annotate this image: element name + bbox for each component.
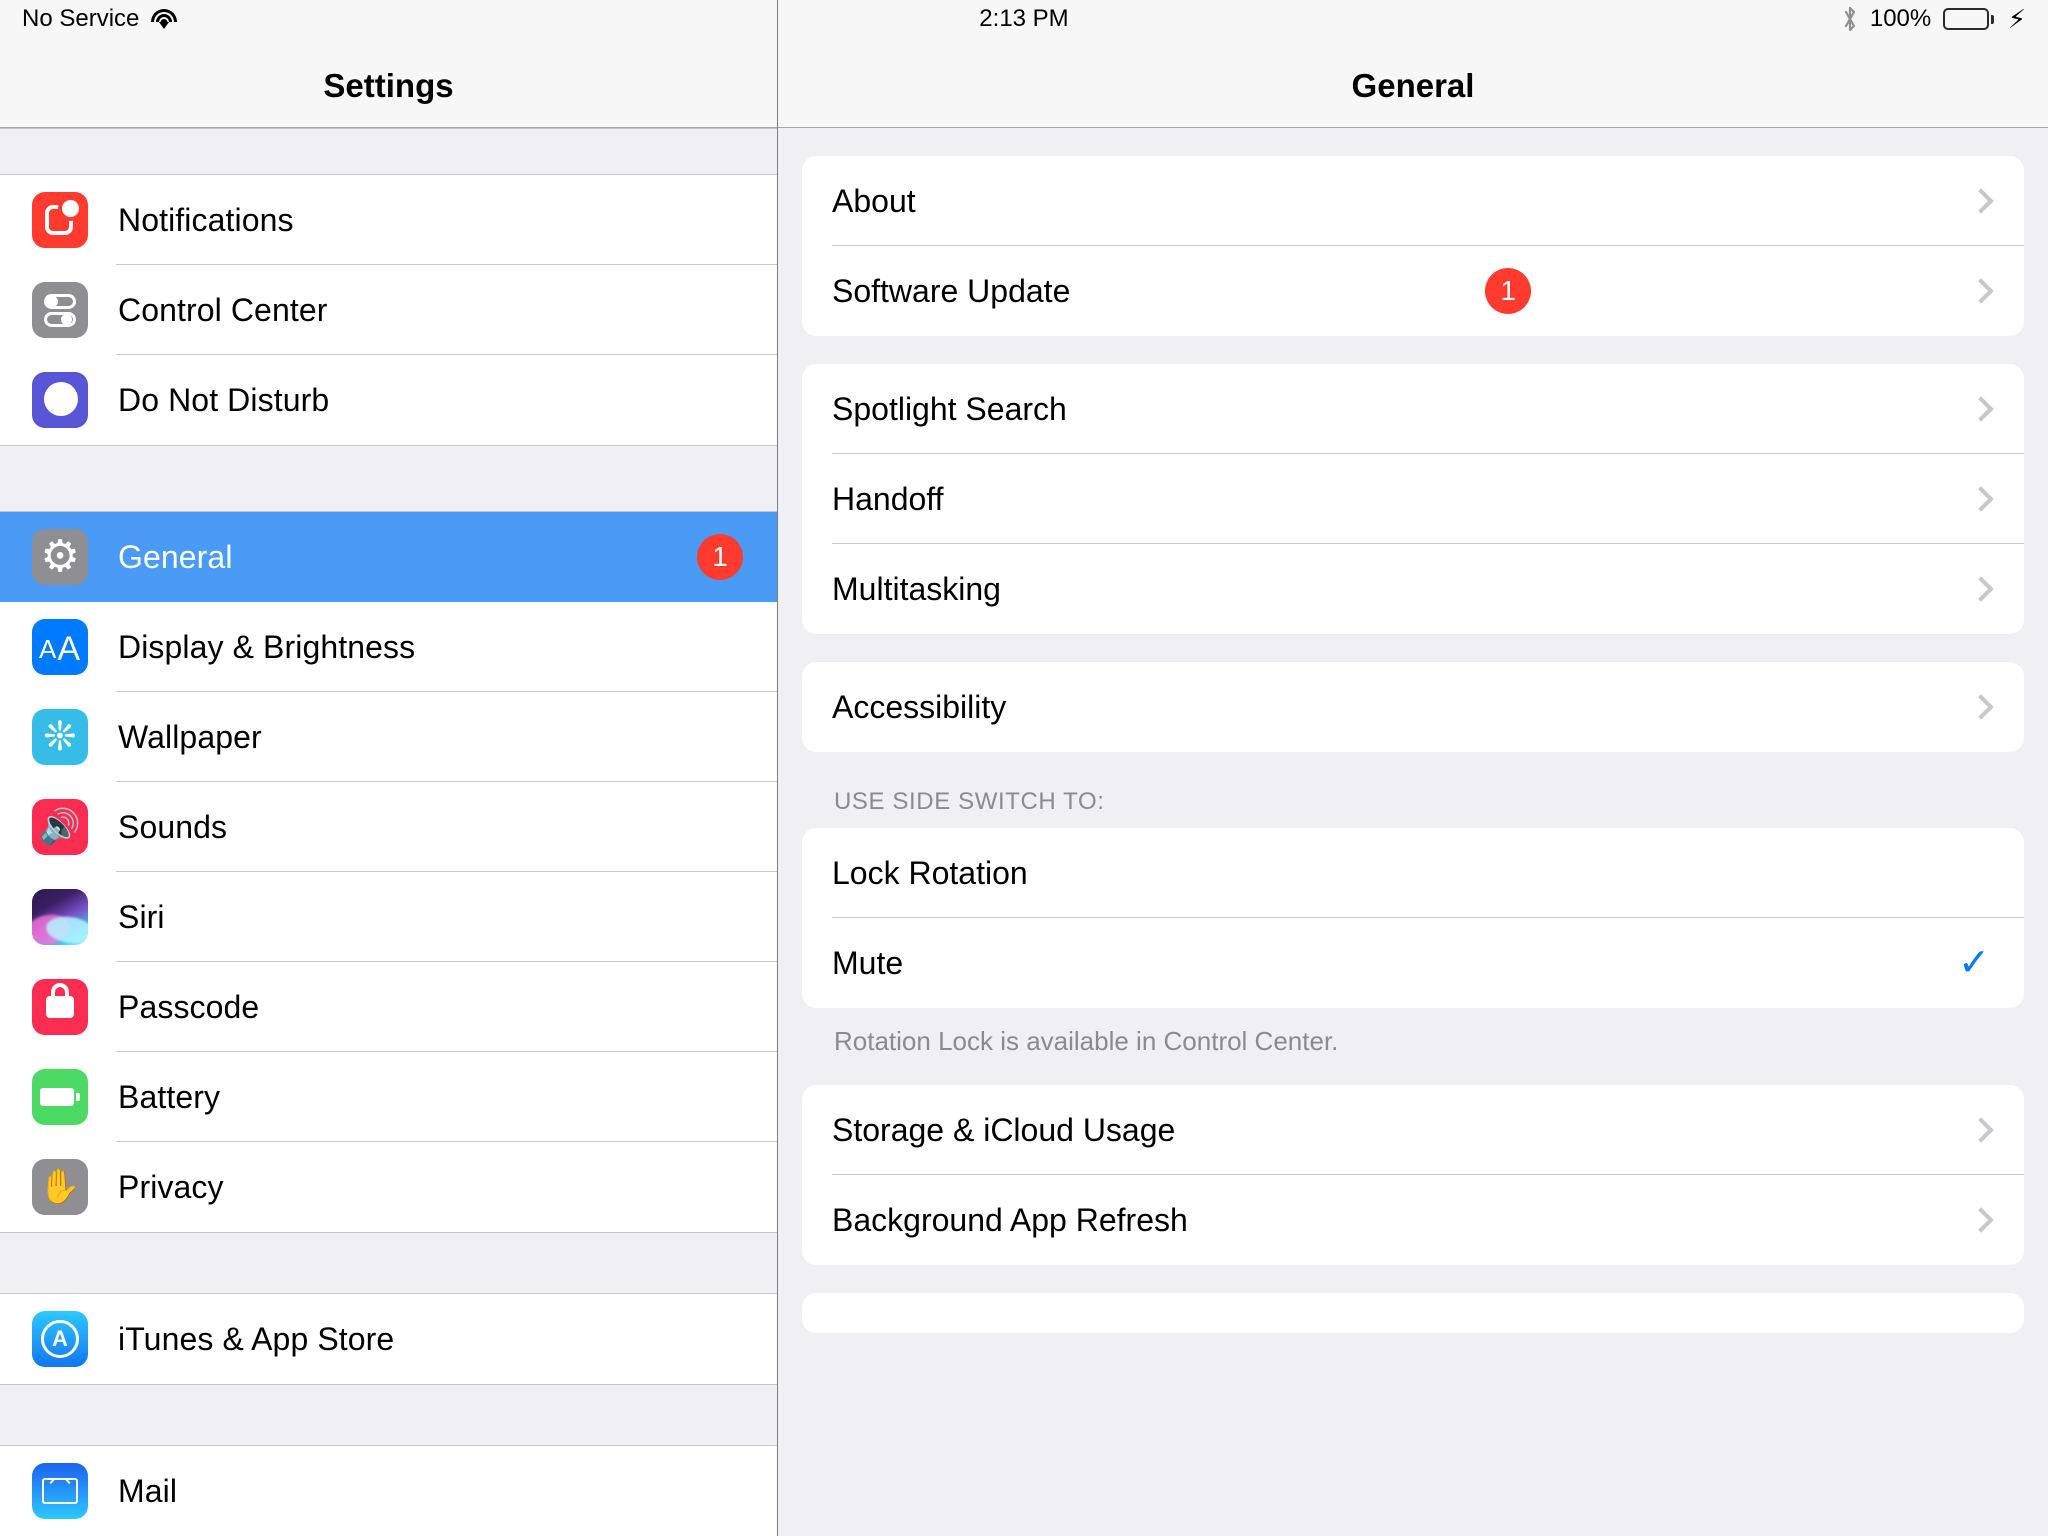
sidebar-item-general[interactable]: ⚙ General 1 — [0, 512, 777, 602]
detail-row-label: Software Update — [832, 272, 1071, 309]
settings-card-partial[interactable] — [802, 1293, 2024, 1333]
status-bar: No Service 2:13 PM 100% ⚡ — [0, 0, 2048, 38]
sidebar-item-label: Control Center — [118, 291, 328, 328]
siri-icon — [32, 889, 88, 945]
detail-row-software-update[interactable]: Software Update 1 — [802, 246, 2024, 336]
sidebar-item-label: Siri — [118, 898, 165, 935]
detail-row-lock-rotation[interactable]: Lock Rotation — [802, 828, 2024, 918]
sidebar-item-battery[interactable]: Battery — [0, 1052, 777, 1142]
mail-icon — [32, 1463, 88, 1519]
sidebar-item-display-brightness[interactable]: A A Display & Brightness — [0, 602, 777, 692]
section-header: USE SIDE SWITCH TO: — [834, 788, 1105, 815]
control-center-icon — [32, 282, 88, 338]
settings-card: Accessibility — [802, 662, 2024, 752]
display-icon: AA — [32, 619, 88, 675]
settings-card: Spotlight Search Handoff Multitasking — [802, 364, 2024, 634]
sidebar-item-passcode[interactable]: Passcode — [0, 962, 777, 1052]
sidebar-group-gap — [0, 128, 777, 175]
sidebar-item-label: Wallpaper — [118, 718, 262, 755]
chevron-right-icon — [1968, 694, 1994, 720]
chevron-right-icon — [1968, 486, 1994, 512]
detail-row-label: Mute — [832, 944, 904, 981]
notifications-icon — [32, 192, 88, 248]
chevron-right-icon — [1968, 576, 1994, 602]
detail-row-background-app-refresh[interactable]: Background App Refresh — [802, 1175, 2024, 1265]
sidebar-item-label: Passcode — [118, 988, 260, 1025]
app-store-icon: A — [32, 1311, 88, 1367]
chevron-right-icon — [1968, 1117, 1994, 1143]
chevron-right-icon — [1968, 278, 1994, 304]
settings-sidebar: Settings Notifications Control Center Do N… — [0, 0, 778, 1536]
sidebar-list[interactable]: Notifications Control Center Do Not Distur… — [0, 128, 777, 1536]
detail-row-label: Spotlight Search — [832, 390, 1067, 427]
wallpaper-icon: ❊ — [32, 709, 88, 765]
sounds-icon: 🔊 — [32, 799, 88, 855]
bluetooth-icon — [1844, 6, 1855, 32]
privacy-icon: ✋ — [32, 1159, 88, 1215]
do-not-disturb-icon — [32, 372, 88, 428]
lightning-bolt-icon: ⚡ — [2007, 4, 2026, 34]
sidebar-item-label: Mail — [118, 1472, 178, 1509]
sidebar-group-gap — [0, 445, 777, 512]
sidebar-item-siri[interactable]: Siri — [0, 872, 777, 962]
sidebar-item-label: Battery — [118, 1078, 221, 1115]
battery-icon — [32, 1069, 88, 1125]
settings-card: About Software Update 1 — [802, 156, 2024, 336]
settings-card: Storage & iCloud Usage Background App Ref… — [802, 1085, 2024, 1265]
detail-row-label: Multitasking — [832, 570, 1001, 607]
detail-row-label: Accessibility — [832, 688, 1007, 725]
battery-icon — [1943, 8, 1994, 30]
detail-row-spotlight-search[interactable]: Spotlight Search — [802, 364, 2024, 454]
status-bar-right: 100% ⚡ — [1842, 5, 2026, 33]
detail-row-label: About — [832, 182, 916, 219]
sidebar-item-privacy[interactable]: ✋ Privacy — [0, 1142, 777, 1232]
detail-row-label: Background App Refresh — [832, 1201, 1188, 1238]
sidebar-item-label: Display & Brightness — [118, 628, 416, 665]
sidebar-group-gap — [0, 1384, 777, 1446]
sidebar-item-notifications[interactable]: Notifications — [0, 175, 777, 265]
detail-row-storage-icloud-usage[interactable]: Storage & iCloud Usage — [802, 1085, 2024, 1175]
sidebar-item-label: Notifications — [118, 201, 294, 238]
detail-row-accessibility[interactable]: Accessibility — [802, 662, 2024, 752]
sidebar-item-itunes-app-store[interactable]: AiTunes & App Store — [0, 1294, 777, 1384]
detail-row-label: Storage & iCloud Usage — [832, 1111, 1176, 1148]
sidebar-item-sounds[interactable]: 🔊 Sounds — [0, 782, 777, 872]
sidebar-group-gap — [0, 1232, 777, 1294]
detail-row-multitasking[interactable]: Multitasking — [802, 544, 2024, 634]
sidebar-item-badge: 1 — [697, 534, 743, 580]
detail-row-badge: 1 — [1485, 268, 1532, 314]
chevron-right-icon — [1968, 396, 1994, 422]
sidebar-item-label: Privacy — [118, 1168, 224, 1205]
detail-pane: General About Software Update 1 Spotlight S… — [778, 0, 2048, 1536]
section-footer: Rotation Lock is available in Control Ce… — [834, 1026, 1339, 1056]
chevron-right-icon — [1968, 1207, 1994, 1233]
sidebar-item-label: Do Not Disturb — [118, 381, 330, 418]
chevron-right-icon — [1968, 188, 1994, 214]
status-bar-clock: 2:13 PM — [979, 5, 1069, 32]
sidebar-item-label: iTunes & App Store — [118, 1320, 395, 1357]
passcode-icon — [32, 979, 88, 1035]
sidebar-item-do-not-disturb[interactable]: Do Not Disturb — [0, 355, 777, 445]
battery-percent-label: 100% — [1869, 5, 1932, 32]
detail-list[interactable]: About Software Update 1 Spotlight Search Han… — [778, 128, 2048, 1536]
sidebar-item-label: General — [118, 538, 233, 575]
sidebar-item-wallpaper[interactable]: ❊ Wallpaper — [0, 692, 777, 782]
detail-row-label: Lock Rotation — [832, 854, 1028, 891]
checkmark-icon: ✓ — [1958, 942, 1990, 984]
detail-row-handoff[interactable]: Handoff — [802, 454, 2024, 544]
detail-row-about[interactable]: About — [802, 156, 2024, 246]
ipad-settings-screen: No Service 2:13 PM 100% ⚡ Settings Notif… — [0, 0, 2048, 1536]
sidebar-item-label: Sounds — [118, 808, 228, 845]
gear-icon: ⚙ — [32, 529, 88, 585]
sidebar-item-control-center[interactable]: Control Center — [0, 265, 777, 355]
detail-row-label: Handoff — [832, 480, 944, 517]
detail-row-mute[interactable]: Mute ✓ — [802, 918, 2024, 1008]
settings-card: Lock Rotation Mute ✓ — [802, 828, 2024, 1008]
sidebar-item-mail[interactable]: Mail — [0, 1446, 777, 1536]
